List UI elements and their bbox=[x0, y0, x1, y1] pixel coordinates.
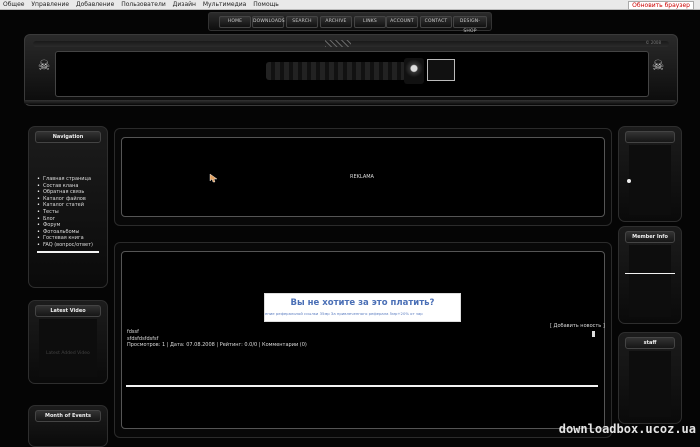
nav-link-home[interactable]: Главная страница bbox=[37, 176, 93, 183]
logo-text-graphic bbox=[266, 62, 406, 80]
nav-link-tests[interactable]: Тесты bbox=[37, 209, 93, 216]
header-copyright: © 2008 bbox=[645, 40, 661, 45]
nav-downloads[interactable]: DOWNLOADS bbox=[252, 16, 285, 28]
nav-link-guestbook[interactable]: Гостевая книга bbox=[37, 235, 93, 242]
site-header: © 2008 ☠ ☠ bbox=[24, 34, 678, 106]
latest-video-title: Latest Video bbox=[35, 305, 101, 317]
menu-item-help[interactable]: Помощь bbox=[253, 1, 279, 8]
divider-line bbox=[37, 251, 99, 253]
header-rail bbox=[33, 41, 669, 47]
nav-links[interactable]: LINKS bbox=[354, 16, 386, 28]
watermark: downloadbox.ucoz.ua bbox=[558, 422, 696, 436]
menu-item-users[interactable]: Пользователи bbox=[121, 1, 166, 8]
user-box-content bbox=[629, 145, 671, 215]
skull-icon: ☠ bbox=[651, 58, 665, 74]
reklama-label: REKLAMA bbox=[350, 174, 374, 180]
navigation-title: Navigation bbox=[35, 131, 101, 143]
nav-link-faq[interactable]: FAQ (вопрос/ответ) bbox=[37, 242, 93, 249]
menu-item-add[interactable]: Добавление bbox=[76, 1, 114, 8]
site-logo[interactable] bbox=[266, 58, 455, 86]
ad-banner[interactable]: Вы не хотите за это платить? ение рефера… bbox=[264, 293, 461, 322]
member-info-title: Member Info bbox=[625, 231, 675, 243]
ad-subline[interactable]: ение реферальной ссылки 35мр За привлече… bbox=[265, 311, 460, 316]
latest-video-placeholder: Latest Added Video bbox=[46, 351, 90, 356]
latest-video-box: Latest Video Latest Added Video bbox=[28, 300, 108, 384]
nav-search[interactable]: SEARCH bbox=[286, 16, 318, 28]
member-info-box: Member Info bbox=[618, 226, 682, 324]
staff-content bbox=[629, 351, 671, 417]
nav-link-feedback[interactable]: Обратная связь bbox=[37, 189, 93, 196]
navigation-box: Navigation Главная страница Состав клана… bbox=[28, 126, 108, 288]
header-stripes bbox=[325, 40, 351, 47]
skull-icon: ☠ bbox=[37, 58, 51, 74]
staff-title: staff bbox=[625, 337, 675, 349]
user-dot-icon bbox=[627, 179, 631, 183]
nav-account[interactable]: ACCOUNT bbox=[386, 16, 418, 28]
header-lower-rail bbox=[24, 100, 676, 104]
menu-item-design[interactable]: Дизайн bbox=[173, 1, 196, 8]
logo-monitor-icon bbox=[427, 59, 455, 81]
logo-face-icon bbox=[404, 58, 424, 84]
month-events-title: Month of Events bbox=[35, 410, 101, 422]
nav-link-photos[interactable]: Фотоальбомы bbox=[37, 229, 93, 236]
main-nav: HOME DOWNLOADS SEARCH ARCHIVE LINKS ACCO… bbox=[208, 12, 492, 34]
member-info-content bbox=[629, 245, 671, 317]
header-banner bbox=[55, 51, 649, 97]
nav-link-clan[interactable]: Состав клана bbox=[37, 183, 93, 190]
user-box bbox=[618, 126, 682, 222]
news-entry: fdssf sfdsfdsfdsfsf Просмотров: 1 | Дата… bbox=[127, 329, 307, 349]
menu-item-general[interactable]: Общее bbox=[3, 1, 24, 8]
menu-item-management[interactable]: Управление bbox=[31, 1, 69, 8]
admin-menu: Общее Управление Добавление Пользователи… bbox=[3, 0, 284, 9]
nav-archive[interactable]: ARCHIVE bbox=[320, 16, 352, 28]
user-box-cap bbox=[625, 131, 675, 143]
navigation-list: Главная страница Состав клана Обратная с… bbox=[37, 176, 93, 249]
divider-line bbox=[625, 273, 675, 274]
nav-link-forum[interactable]: Форум bbox=[37, 222, 93, 229]
add-news-link[interactable]: [ Добавить новость ] bbox=[550, 323, 605, 329]
nav-link-articles[interactable]: Каталог статей bbox=[37, 202, 93, 209]
news-divider bbox=[126, 385, 598, 387]
ad-headline[interactable]: Вы не хотите за это платить? bbox=[265, 298, 460, 308]
scroll-handle[interactable] bbox=[592, 331, 595, 337]
top-admin-bar: Общее Управление Добавление Пользователи… bbox=[0, 0, 700, 10]
news-meta: Просмотров: 1 | Дата: 07.08.2008 | Рейти… bbox=[127, 342, 307, 348]
nav-home[interactable]: HOME bbox=[219, 16, 251, 28]
menu-item-multimedia[interactable]: Мультимедиа bbox=[203, 1, 246, 8]
month-events-box: Month of Events bbox=[28, 405, 108, 447]
nav-contact[interactable]: CONTACT bbox=[420, 16, 452, 28]
mouse-cursor-icon bbox=[209, 173, 218, 183]
refresh-browser-button[interactable]: Обновить браузер bbox=[628, 1, 694, 10]
staff-box: staff bbox=[618, 332, 682, 424]
latest-video-content bbox=[39, 319, 97, 377]
nav-link-blog[interactable]: Блог bbox=[37, 216, 93, 223]
nav-design-shop[interactable]: DESIGN-SHOP bbox=[453, 16, 487, 34]
